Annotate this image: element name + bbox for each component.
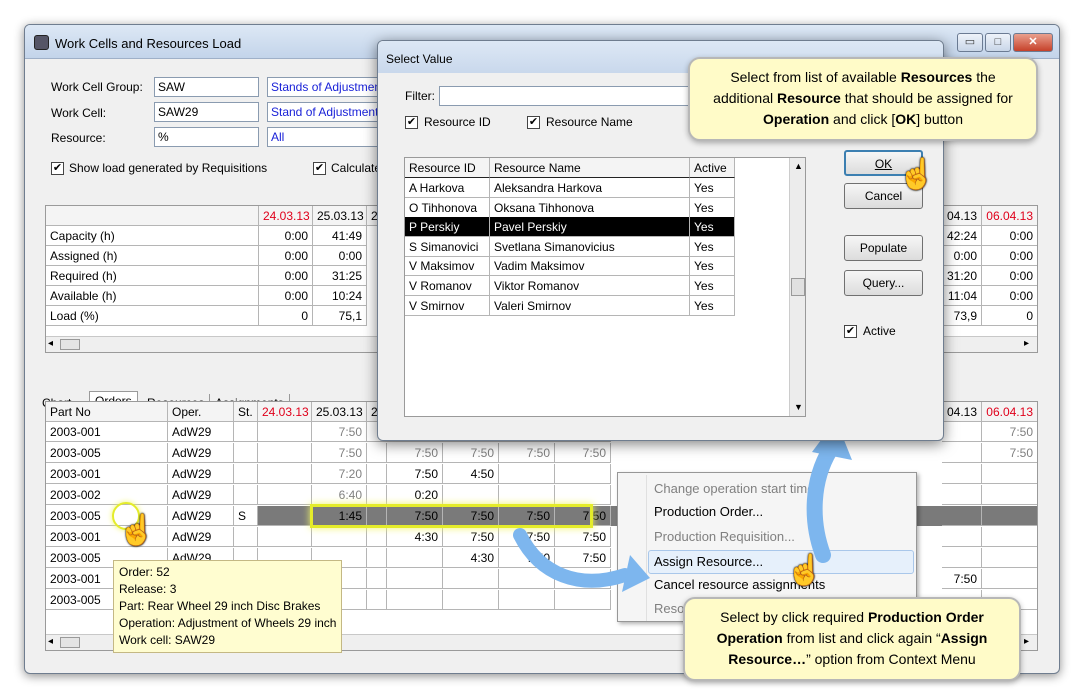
ok-button-label: OK (874, 157, 893, 171)
active-cell[interactable]: Yes (690, 197, 735, 218)
scroll-thumb[interactable] (791, 278, 805, 296)
filter-label: Filter: (405, 89, 435, 103)
arrow-to-dialog (806, 442, 838, 563)
scroll-up-icon[interactable]: ▲ (794, 161, 803, 171)
resource-name-cell[interactable]: Vadim Maksimov (490, 256, 690, 277)
resource-name-cell[interactable]: Pavel Perskiy (490, 217, 690, 238)
resource-list-scrollbar[interactable]: ▲ ▼ (789, 158, 805, 416)
resource-name-checkbox[interactable]: ✔ (527, 116, 540, 129)
scroll-down-icon[interactable]: ▼ (794, 402, 803, 412)
active-cell[interactable]: Yes (690, 295, 735, 316)
resource-name-cell[interactable]: Oksana Tihhonova (490, 197, 690, 218)
resource-id-cell[interactable]: A Harkova (405, 178, 490, 198)
resource-name-cell[interactable]: Aleksandra Harkova (490, 178, 690, 198)
resource-id-checkbox[interactable]: ✔ (405, 116, 418, 129)
active-checkbox[interactable]: ✔ (844, 325, 857, 338)
resource-id-checkbox-label: Resource ID (424, 115, 491, 129)
callout-select-resource: Select from list of available Resources … (688, 57, 1038, 141)
column-active[interactable]: Active (690, 158, 735, 178)
active-cell[interactable]: Yes (690, 178, 735, 198)
resource-name-cell[interactable]: Valeri Smirnov (490, 295, 690, 316)
resource-id-cell[interactable]: V Romanov (405, 276, 490, 296)
resource-name-checkbox-label: Resource Name (546, 115, 633, 129)
callout-assign-resource: Select by click required Production Orde… (683, 597, 1021, 681)
resource-id-cell[interactable]: S Simanovici (405, 236, 490, 257)
resource-list: Resource ID Resource Name Active ▲ ▼ A H… (404, 157, 806, 417)
resource-id-cell[interactable]: V Maksimov (405, 256, 490, 277)
arrow-head (622, 555, 650, 592)
query-button[interactable]: Query... (844, 270, 923, 296)
resource-id-cell[interactable]: O Tihhonova (405, 197, 490, 218)
column-resource-id[interactable]: Resource ID (405, 158, 490, 178)
resource-id-cell[interactable]: V Smirnov (405, 295, 490, 316)
resource-name-cell[interactable]: Svetlana Simanovicius (490, 236, 690, 257)
resource-id-cell[interactable]: P Perskiy (405, 217, 490, 238)
active-cell[interactable]: Yes (690, 276, 735, 296)
arrow-to-menu (513, 528, 632, 588)
active-cell[interactable]: Yes (690, 256, 735, 277)
populate-button[interactable]: Populate (844, 235, 923, 261)
active-cell[interactable]: Yes (690, 236, 735, 257)
pointer-hand-icon: ☝ (898, 158, 936, 191)
column-resource-name[interactable]: Resource Name (490, 158, 690, 178)
resource-name-cell[interactable]: Viktor Romanov (490, 276, 690, 296)
active-label: Active (863, 324, 896, 338)
active-cell[interactable]: Yes (690, 217, 735, 238)
dialog-title: Select Value (386, 52, 453, 66)
